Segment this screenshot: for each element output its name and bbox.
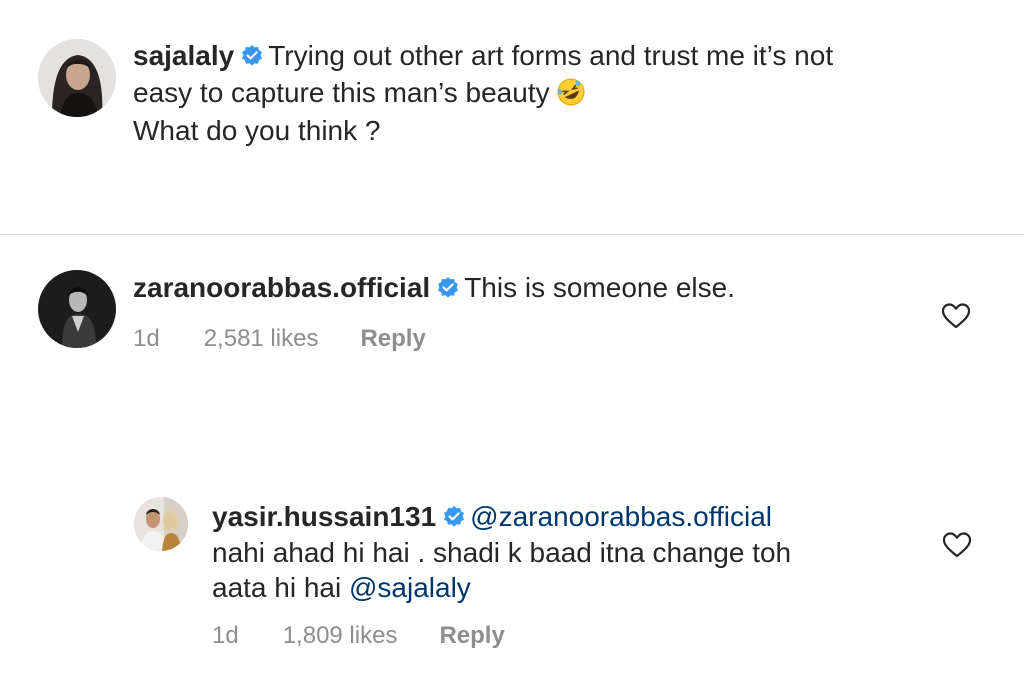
reply-time: 1d <box>212 622 239 649</box>
rolling-on-floor-laughing-emoji-icon <box>556 77 586 107</box>
mention-link[interactable]: @sajalaly <box>349 572 471 603</box>
comment-meta: 1d 2,581 likes Reply <box>133 324 426 354</box>
caption-text-line-1: Trying out other art forms and trust me … <box>268 40 834 71</box>
avatar[interactable] <box>38 270 116 348</box>
like-heart-icon[interactable] <box>941 302 971 330</box>
reply-line-3: aata hi hai @sajalaly <box>212 570 471 606</box>
reply-line-2: nahi ahad hi hai . shadi k baad itna cha… <box>212 535 791 571</box>
comment-time: 1d <box>133 325 160 352</box>
reply-line-1: yasir.hussain131 @zaranoorabbas.official <box>212 499 772 535</box>
reply-button[interactable]: Reply <box>439 621 504 651</box>
reply-text-line-2: nahi ahad hi hai . shadi k baad itna cha… <box>212 537 792 568</box>
reply-button[interactable]: Reply <box>360 324 425 354</box>
reply-likes[interactable]: 1,809 likes <box>283 621 398 651</box>
comment-username[interactable]: zaranoorabbas.official <box>133 272 430 303</box>
caption-line-3: What do you think ? <box>133 113 380 149</box>
caption-username[interactable]: sajalaly <box>133 40 234 71</box>
reply-meta: 1d 1,809 likes Reply <box>212 621 505 651</box>
post-caption: sajalaly Trying out other art forms and t… <box>0 0 1024 235</box>
verified-badge-icon <box>240 44 264 68</box>
comment-text: This is someone else. <box>464 272 735 303</box>
comment-likes[interactable]: 2,581 likes <box>204 324 319 354</box>
caption-line-1: sajalaly Trying out other art forms and t… <box>133 38 833 74</box>
mention-link[interactable]: @zaranoorabbas.official <box>470 501 772 532</box>
avatar[interactable] <box>38 39 116 117</box>
verified-badge-icon <box>436 276 460 300</box>
caption-text-line-2: easy to capture this man’s beauty <box>133 77 550 108</box>
avatar[interactable] <box>134 497 188 551</box>
reply-username[interactable]: yasir.hussain131 <box>212 501 436 532</box>
caption-line-2: easy to capture this man’s beauty <box>133 75 586 111</box>
like-heart-icon[interactable] <box>942 531 972 559</box>
reply-text-line-3: aata hi hai <box>212 572 349 603</box>
verified-badge-icon <box>442 505 466 529</box>
comment-line: zaranoorabbas.official This is someone el… <box>133 270 735 306</box>
caption-text-line-3: What do you think ? <box>133 115 381 146</box>
